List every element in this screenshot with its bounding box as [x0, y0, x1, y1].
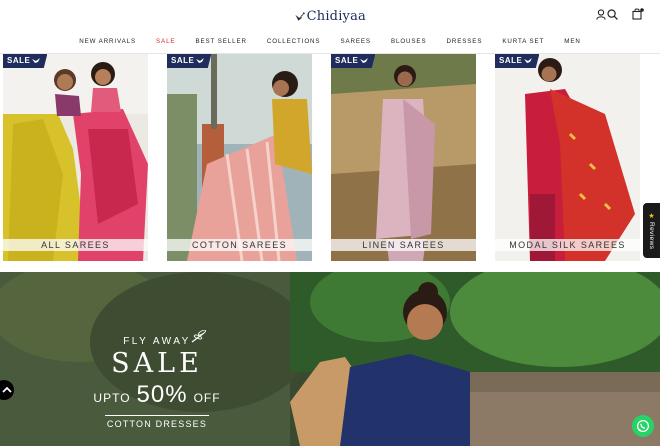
hero-line1: FLY AWAY — [123, 336, 191, 347]
reviews-tab[interactable]: ★ Reviews — [643, 203, 660, 258]
tile-linen-sarees[interactable]: SALE LINEN SAREES — [331, 54, 476, 261]
bird-icon — [196, 58, 205, 63]
nav-dresses[interactable]: DRESSES — [436, 36, 492, 50]
hero-percent: 50% — [136, 381, 188, 408]
tile-label: MODAL SILK SAREES — [495, 239, 640, 251]
sale-tag-label: SALE — [335, 56, 359, 65]
nav-sarees[interactable]: SAREES — [330, 36, 381, 50]
tile-label: LINEN SAREES — [331, 239, 476, 251]
whatsapp-button[interactable] — [632, 415, 654, 437]
all-sarees-photo — [3, 54, 148, 261]
sale-tag: SALE — [331, 54, 376, 68]
bird-icon — [524, 58, 533, 63]
reviews-label: Reviews — [648, 221, 655, 250]
nav-kurta-set[interactable]: KURTA SET — [492, 36, 554, 50]
whatsapp-icon — [636, 419, 650, 433]
bird-icon — [360, 58, 369, 63]
nav-blouses[interactable]: BLOUSES — [381, 36, 437, 50]
bird-logo-icon — [295, 12, 305, 21]
hero-category: COTTON DRESSES — [105, 415, 209, 429]
sale-tag-label: SALE — [171, 56, 195, 65]
nav-best-seller[interactable]: BEST SELLER — [185, 36, 256, 50]
sale-tag-label: SALE — [7, 56, 31, 65]
sale-tag: SALE — [495, 54, 540, 68]
brand-logo[interactable]: Chidiyaa — [294, 3, 366, 25]
cotton-sarees-photo — [167, 54, 312, 261]
sale-tag: SALE — [167, 54, 212, 68]
bird-icon — [32, 58, 41, 63]
tile-modal-silk-sarees[interactable]: SALE MODAL SILK SAREES — [495, 54, 640, 261]
tile-label: COTTON SAREES — [167, 239, 312, 251]
account-search-group — [596, 8, 618, 20]
brand-name: Chidiyaa — [306, 9, 366, 24]
cart-icon[interactable] — [632, 8, 644, 20]
site-header: Chidiyaa NEW ARRIVALS SALE BEST SELLER C… — [0, 0, 660, 54]
tile-all-sarees[interactable]: SALE ALL SAREES — [3, 54, 148, 261]
hero-discount: UPTO 50% OFF — [72, 381, 242, 409]
linen-sarees-photo — [331, 54, 476, 261]
nav-men[interactable]: MEN — [554, 36, 590, 50]
modal-silk-sarees-photo — [495, 54, 640, 261]
category-tiles: SALE ALL SAREES SALE COTTON SAREES SALE … — [0, 54, 660, 262]
user-icon[interactable] — [596, 8, 606, 20]
nav-new-arrivals[interactable]: NEW ARRIVALS — [69, 36, 146, 50]
hero-off: OFF — [193, 391, 221, 405]
tile-label: ALL SAREES — [3, 239, 148, 251]
sale-tag-label: SALE — [499, 56, 523, 65]
search-icon[interactable] — [607, 8, 618, 20]
main-nav: NEW ARRIVALS SALE BEST SELLER COLLECTION… — [0, 36, 660, 50]
tile-cotton-sarees[interactable]: SALE COTTON SAREES — [167, 54, 312, 261]
hero-upto: UPTO — [93, 391, 131, 405]
hero-banner[interactable]: FLY AWAY SALE UPTO 50% OFF COTTON DRESSE… — [0, 272, 660, 446]
chevron-up-icon — [2, 386, 12, 393]
nav-sale[interactable]: SALE — [146, 36, 185, 50]
sale-tag: SALE — [3, 54, 48, 68]
hero-sale-text: FLY AWAY SALE UPTO 50% OFF COTTON DRESSE… — [72, 336, 242, 429]
star-icon: ★ — [648, 212, 655, 220]
hero-line2: SALE — [111, 348, 203, 379]
dragonfly-icon — [191, 330, 206, 343]
header-actions — [596, 8, 644, 20]
nav-collections[interactable]: COLLECTIONS — [257, 36, 331, 50]
